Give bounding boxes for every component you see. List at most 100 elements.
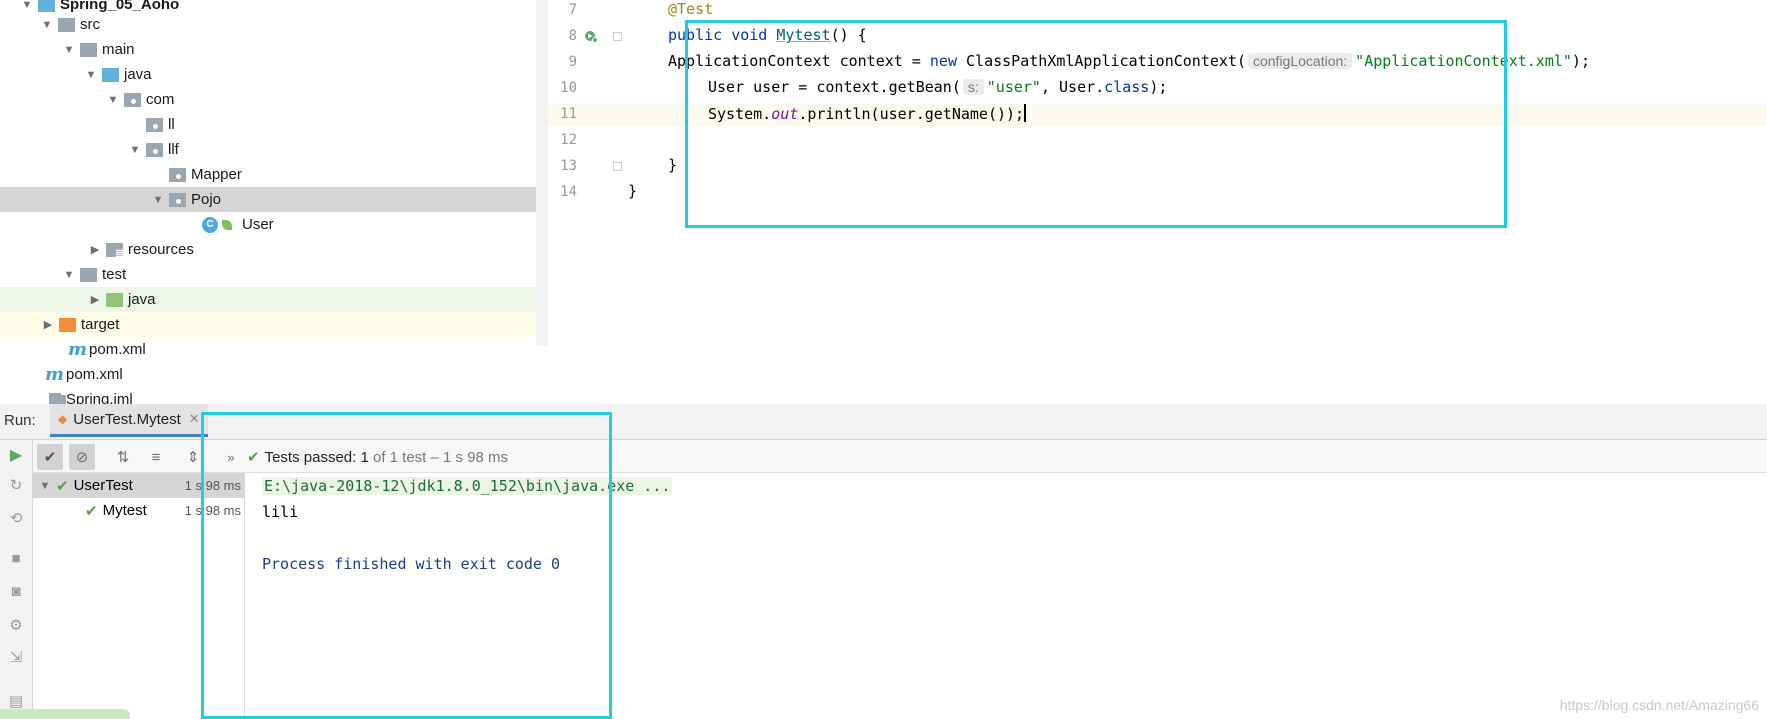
- tree-item-label: src: [80, 16, 100, 33]
- tests-passed-count: 1: [360, 449, 369, 466]
- tree-row[interactable]: m pom.xml: [0, 362, 548, 387]
- code-line: User user = context.getBean(s: "user", Us…: [708, 78, 1167, 96]
- test-row-selected[interactable]: ▼ ✔ UserTest 1 s 98 ms: [33, 473, 245, 498]
- folder-icon: [80, 42, 97, 57]
- run-tab-label: UserTest.Mytest: [73, 410, 181, 428]
- text-caret: [1024, 104, 1027, 122]
- tests-status-rest: of 1 test – 1 s 98 ms: [368, 449, 509, 466]
- console-output-line: lili: [262, 503, 299, 521]
- toggle-auto-test-icon[interactable]: ⟲: [5, 507, 27, 529]
- package-icon: [146, 117, 163, 132]
- stop-icon[interactable]: ■: [5, 547, 27, 569]
- tree-row[interactable]: ▶ java: [0, 287, 548, 312]
- code-line: public void Mytest() {: [668, 26, 867, 44]
- run-test-gutter-icon[interactable]: [584, 29, 598, 43]
- expand-arrow-icon[interactable]: ▼: [62, 37, 76, 62]
- code-token: ApplicationContext context =: [668, 52, 930, 70]
- tree-item-label: pom.xml: [89, 341, 146, 358]
- tree-item-label: java: [124, 66, 152, 83]
- rerun-icon[interactable]: ▶: [5, 444, 27, 466]
- sort-alpha-icon[interactable]: ⇅: [110, 444, 136, 470]
- console-output[interactable]: E:\java-2018-12\jdk1.8.0_152\bin\java.ex…: [245, 473, 1767, 719]
- line-number: 8: [568, 28, 577, 44]
- code-token: .println(user.getName());: [798, 105, 1025, 123]
- expand-arrow-icon[interactable]: ▼: [128, 137, 142, 162]
- access-leaf-icon: [222, 219, 232, 230]
- tree-item-label: Spring.iml: [66, 391, 133, 404]
- run-tab[interactable]: ◆ UserTest.Mytest ✕: [50, 404, 208, 437]
- tests-status-prefix: Tests passed:: [264, 449, 361, 466]
- method-name-token: Mytest: [776, 26, 831, 44]
- expand-arrow-icon[interactable]: ▼: [106, 87, 120, 112]
- keyword-token: void: [731, 26, 768, 44]
- import-icon[interactable]: ⇲: [5, 646, 27, 668]
- tree-item-label: main: [102, 41, 135, 58]
- close-icon[interactable]: ✕: [189, 411, 200, 427]
- tree-item-label: target: [81, 316, 120, 333]
- tree-item-label: pom.xml: [66, 366, 123, 383]
- annotation-token: @Test: [668, 0, 714, 18]
- run-tool-window-header: Run: ◆ UserTest.Mytest ✕: [0, 404, 1767, 440]
- test-duration: 1 s 98 ms: [184, 503, 241, 518]
- keyword-token: class: [1104, 78, 1150, 96]
- expand-arrow-icon[interactable]: ▼: [38, 473, 52, 498]
- fold-marker-icon[interactable]: [613, 162, 622, 171]
- expand-arrow-icon[interactable]: ▼: [151, 187, 165, 212]
- expand-arrow-icon[interactable]: ▼: [84, 62, 98, 87]
- collapse-arrow-icon[interactable]: ▶: [88, 237, 102, 262]
- code-token: }: [668, 156, 678, 174]
- expand-arrow-icon[interactable]: ▼: [40, 12, 54, 37]
- class-icon: C: [202, 216, 218, 233]
- tree-row[interactable]: ▼ src: [0, 12, 548, 37]
- camera-icon[interactable]: ◙: [5, 580, 27, 602]
- test-row[interactable]: ✔ Mytest 1 s 98 ms: [33, 498, 245, 523]
- folder-icon: [58, 17, 75, 32]
- show-passed-icon[interactable]: ✔: [37, 444, 63, 470]
- collapse-arrow-icon[interactable]: ▶: [41, 312, 55, 337]
- tree-row[interactable]: ▼ main: [0, 37, 548, 62]
- show-ignored-icon[interactable]: ⊘: [69, 444, 95, 470]
- passed-check-icon: ✔: [247, 449, 260, 466]
- project-tree: ▼ Spring_05_Aoho ▼ src ▼ main ▼ java ▼ c…: [0, 0, 548, 404]
- expand-all-icon[interactable]: ⇕: [180, 444, 206, 470]
- status-bar-stub: [0, 709, 130, 719]
- tree-row[interactable]: m pom.xml: [0, 337, 548, 362]
- tree-row[interactable]: Mapper: [0, 162, 548, 187]
- settings-gear-icon[interactable]: ⚙: [5, 614, 27, 636]
- line-number: 14: [560, 184, 577, 200]
- tree-item-label: test: [102, 266, 127, 283]
- console-exit-line: Process finished with exit code 0: [262, 555, 561, 573]
- excluded-folder-icon: [59, 317, 76, 332]
- keyword-token: public: [668, 26, 723, 44]
- run-side-toolbar: ▶ ↻ ⟲ ■ ◙ ⚙ ⇲ ▤: [0, 440, 33, 719]
- code-line: System.out.println(user.getName());: [708, 104, 1027, 123]
- tree-row[interactable]: C User: [0, 212, 548, 237]
- tree-row[interactable]: ▼ llf: [0, 137, 548, 162]
- tree-scrollbar[interactable]: [536, 0, 548, 346]
- string-token: "user": [986, 78, 1041, 96]
- more-chevrons-icon[interactable]: »: [218, 444, 244, 470]
- test-name: Mytest: [102, 502, 147, 519]
- tree-row[interactable]: ll: [0, 112, 548, 137]
- tree-item-label: com: [146, 91, 175, 108]
- tree-row[interactable]: ▶ resources: [0, 237, 548, 262]
- iml-icon: [49, 392, 66, 404]
- tree-row[interactable]: ▼ java: [0, 62, 548, 87]
- tree-item-label: User: [242, 216, 274, 233]
- expand-arrow-icon[interactable]: ▼: [62, 262, 76, 287]
- code-line: ApplicationContext context = new ClassPa…: [668, 52, 1590, 70]
- string-token: "ApplicationContext.xml": [1355, 52, 1572, 70]
- sort-duration-icon[interactable]: ≡: [143, 444, 169, 470]
- tree-row-selected[interactable]: ▼ Pojo: [0, 187, 548, 212]
- tree-row[interactable]: ▶ target: [0, 312, 548, 337]
- tree-row[interactable]: Spring.iml: [0, 387, 548, 404]
- fold-marker-icon[interactable]: [613, 32, 622, 41]
- passed-check-icon: ✔: [56, 477, 69, 495]
- tree-row[interactable]: ▼ test: [0, 262, 548, 287]
- code-token: );: [1149, 78, 1168, 96]
- code-line: @Test: [668, 0, 713, 18]
- tree-row[interactable]: ▼ com: [0, 87, 548, 112]
- collapse-arrow-icon[interactable]: ▶: [88, 287, 102, 312]
- rerun-failed-icon[interactable]: ↻: [5, 474, 27, 496]
- tree-item-label: java: [128, 291, 156, 308]
